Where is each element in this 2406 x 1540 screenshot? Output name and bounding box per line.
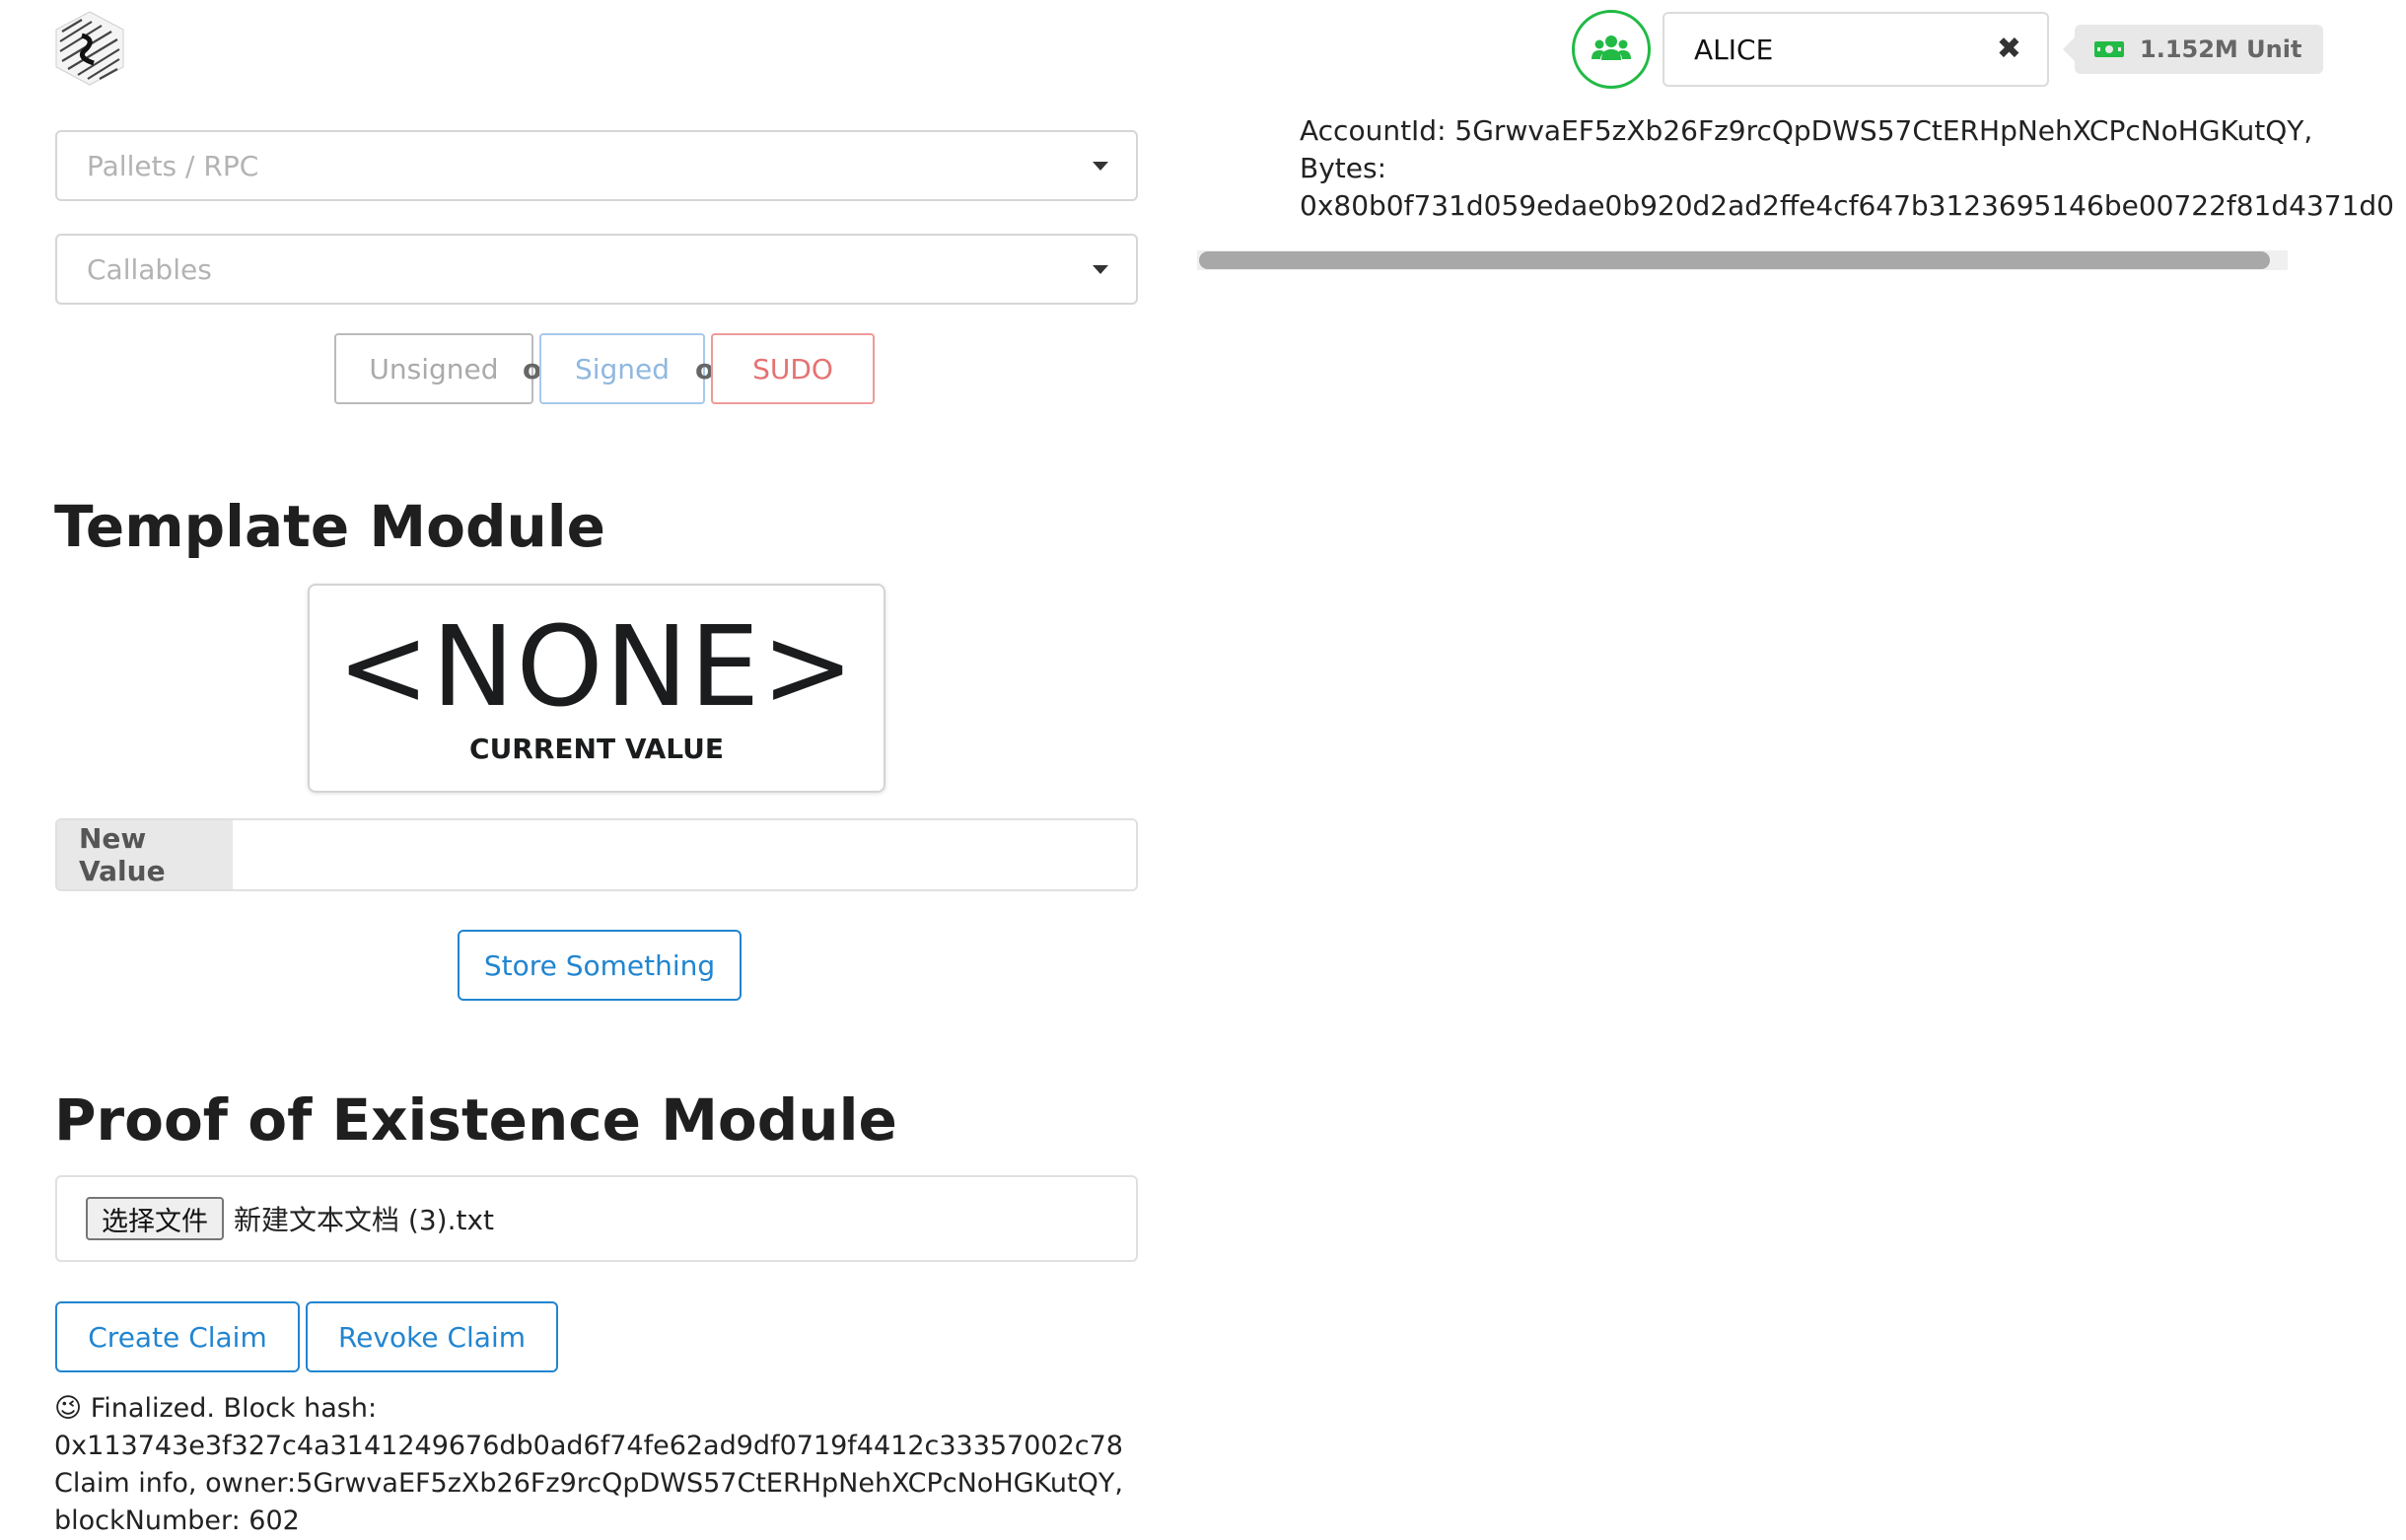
account-id: AccountId: 5GrwvaEF5zXb26Fz9rcQpDWS57CtE… [1300, 114, 2313, 147]
current-value-label: CURRENT VALUE [469, 732, 724, 765]
transaction-status: 😉 Finalized. Block hash: 0x113743e3f327c… [54, 1390, 1123, 1540]
account-info: AccountId: 5GrwvaEF5zXb26Fz9rcQpDWS57CtE… [1300, 112, 2394, 225]
sudo-button[interactable]: SUDO [711, 333, 875, 404]
create-claim-button[interactable]: Create Claim [55, 1301, 300, 1372]
status-line: Claim info, owner:5GrwvaEF5zXb26Fz9rcQpD… [54, 1468, 1123, 1499]
status-line: 😉 Finalized. Block hash: [54, 1393, 378, 1424]
balance-value: 1.152M Unit [2140, 35, 2302, 63]
horizontal-scrollbar-thumb[interactable] [1199, 251, 2270, 269]
new-value-field: New Value [55, 818, 1138, 891]
poe-module-title: Proof of Existence Module [54, 1086, 897, 1154]
current-value-card: <NONE> CURRENT VALUE [308, 584, 885, 793]
pallets-dropdown[interactable]: Pallets / RPC [55, 130, 1138, 201]
bytes-label: Bytes: [1300, 152, 1387, 184]
callables-placeholder: Callables [87, 252, 212, 286]
account-select[interactable]: ALICE ✖ [1663, 12, 2049, 87]
file-name: 新建文本文档 (3).txt [234, 1204, 494, 1236]
money-icon [2094, 41, 2124, 57]
template-module-title: Template Module [54, 493, 606, 560]
accounts-icon-button[interactable] [1572, 10, 1651, 89]
chevron-down-icon [1093, 265, 1108, 274]
revoke-claim-button[interactable]: Revoke Claim [306, 1301, 558, 1372]
close-icon[interactable]: ✖ [1997, 32, 2021, 66]
new-value-label: New Value [57, 820, 233, 889]
pallets-placeholder: Pallets / RPC [87, 149, 259, 182]
status-line: blockNumber: 602 [54, 1505, 300, 1536]
store-something-button[interactable]: Store Something [458, 930, 742, 1001]
status-line: 0x113743e3f327c4a3141249676db0ad6f74fe62… [54, 1431, 1123, 1461]
account-name: ALICE [1694, 33, 1774, 66]
bytes-value: 0x80b0f731d059edae0b920d2ad2ffe4cf647b31… [1300, 189, 2394, 222]
users-icon [1592, 34, 1631, 65]
callables-dropdown[interactable]: Callables [55, 234, 1138, 305]
chevron-down-icon [1093, 162, 1108, 171]
choose-file-button[interactable]: 选择文件 [86, 1197, 224, 1240]
signed-button[interactable]: Signed [539, 333, 705, 404]
unsigned-button[interactable]: Unsigned [334, 333, 533, 404]
new-value-input[interactable] [233, 820, 1136, 889]
substrate-logo [52, 10, 127, 87]
current-value: <NONE> [336, 602, 857, 732]
balance-label: 1.152M Unit [2062, 25, 2324, 74]
file-input: 选择文件 新建文本文档 (3).txt [55, 1175, 1138, 1262]
